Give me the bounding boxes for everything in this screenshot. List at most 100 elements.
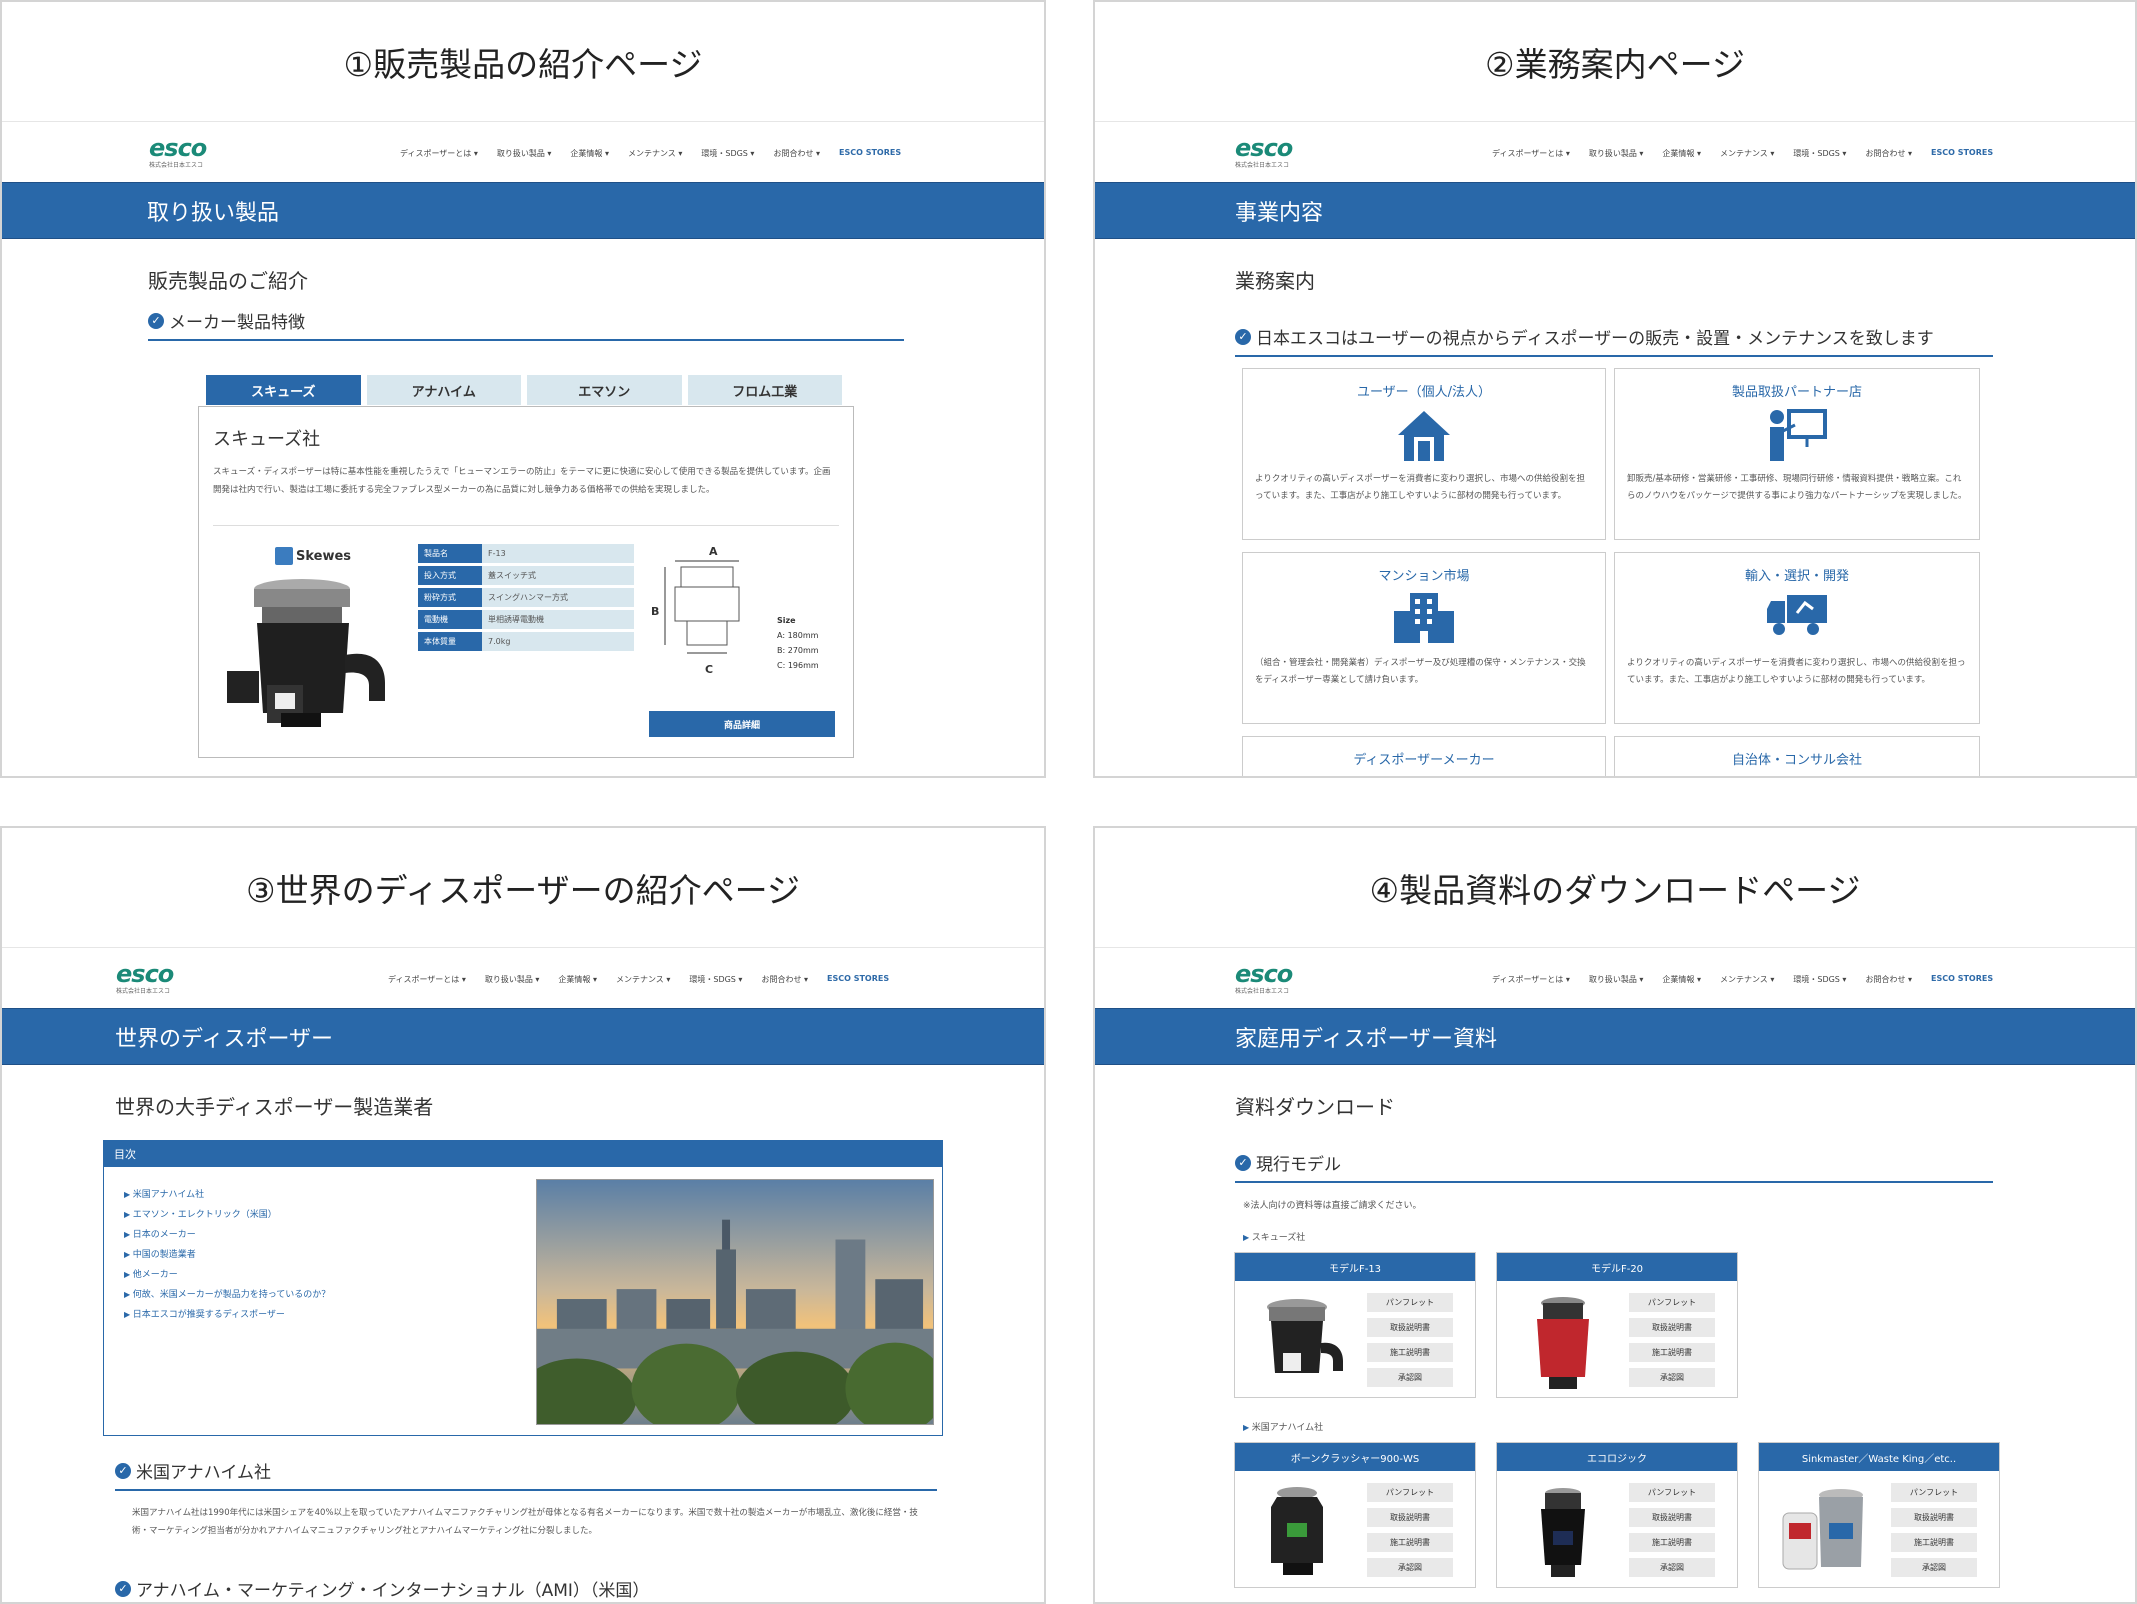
nav-item[interactable]: お問合わせ ▾ [1865,148,1912,159]
pamphlet-button[interactable]: パンフレット [1891,1483,1977,1502]
toc-link[interactable]: 他メーカー [124,1265,330,1285]
section-heading: ✓ 米国アナハイム社 [115,1458,937,1491]
manual-button[interactable]: 取扱説明書 [1367,1508,1453,1527]
esco-logo[interactable]: esco 株式会社日本エスコ [1235,136,1293,169]
business-card-mansion[interactable]: マンション市場 （組合・管理会社・開発業者）ディスポーザー及び処理槽の保守・メン… [1242,552,1606,724]
model-card: モデルF-13 パンフレット 取扱説明書 施工説明書 承認図 [1234,1252,1476,1398]
tab-skewes[interactable]: スキューズ [206,375,361,405]
install-guide-button[interactable]: 施工説明書 [1629,1343,1715,1362]
business-card-maker[interactable]: ディスポーザーメーカー [1242,736,1606,776]
business-card-partner[interactable]: 製品取扱パートナー店 卸販売/基本研修・営業研修・工事研修、現場同行研修・情報資… [1614,368,1980,540]
page-band-title: 家庭用ディスポーザー資料 [1095,1008,2135,1065]
install-guide-button[interactable]: 施工説明書 [1367,1533,1453,1552]
model-card: Sinkmaster／Waste King／etc.. パンフレット 取扱説明書… [1758,1442,2000,1588]
main-nav: ディスポーザーとは ▾ 取り扱い製品 ▾ 企業情報 ▾ メンテナンス ▾ 環境・… [1492,974,1993,985]
nav-store-link[interactable]: ESCO STORES [1931,974,1993,985]
manual-button[interactable]: 取扱説明書 [1367,1318,1453,1337]
nav-item[interactable]: 取り扱い製品 ▾ [497,148,552,159]
esco-logo[interactable]: esco 株式会社日本エスコ [116,962,174,995]
section-heading: ✓ アナハイム・マーケティング・インターナショナル（AMI）（米国） [115,1576,937,1602]
toc-link[interactable]: 何故、米国メーカーが製品力を持っているのか？ [124,1285,331,1305]
toc-link[interactable]: 米国アナハイム社 [124,1185,330,1205]
spec-row: 電動機 単相誘導電動機 [418,610,634,629]
nav-item[interactable]: ディスポーザーとは ▾ [1492,148,1570,159]
approval-drawing-button[interactable]: 承認図 [1891,1558,1977,1577]
disposer-product-image [227,579,385,727]
dimension-diagram [664,560,740,654]
nav-item[interactable]: メンテナンス ▾ [1720,974,1774,985]
manual-button[interactable]: 取扱説明書 [1629,1508,1715,1527]
esco-logo[interactable]: esco 株式会社日本エスコ [149,136,207,169]
nav-item[interactable]: 取り扱い製品 ▾ [1589,148,1644,159]
nav-store-link[interactable]: ESCO STORES [1931,148,1993,159]
nav-item[interactable]: 環境・SDGS ▾ [1793,974,1846,985]
nav-item[interactable]: メンテナンス ▾ [1720,148,1774,159]
panel-caption: ②業務案内ページ [1095,2,2135,122]
esco-logo[interactable]: esco 株式会社日本エスコ [1235,962,1293,995]
nav-item[interactable]: 環境・SDGS ▾ [1793,148,1846,159]
approval-drawing-button[interactable]: 承認図 [1367,1368,1453,1387]
nav-item[interactable]: 企業情報 ▾ [570,148,609,159]
nav-item[interactable]: お問合わせ ▾ [761,974,808,985]
brand-mark-icon [275,547,293,565]
install-guide-button[interactable]: 施工説明書 [1367,1343,1453,1362]
nav-item[interactable]: ディスポーザーとは ▾ [388,974,466,985]
check-circle-icon: ✓ [115,1462,131,1479]
nav-item[interactable]: ディスポーザーとは ▾ [1492,974,1570,985]
pamphlet-button[interactable]: パンフレット [1367,1293,1453,1312]
manual-button[interactable]: 取扱説明書 [1629,1318,1715,1337]
disposer-product-image [1267,1299,1343,1373]
dim-label-c: C [705,663,714,676]
page-heading: 世界の大手ディスポーザー製造業者 [115,1095,434,1119]
install-guide-button[interactable]: 施工説明書 [1891,1533,1977,1552]
product-description: スキューズ・ディスポーザーは特に基本性能を重視したうえで「ヒューマンエラーの防止… [213,467,831,495]
panel-world-disposers: ③世界のディスポーザーの紹介ページ esco 株式会社日本エスコ ディスポーザー… [0,826,1046,1604]
nav-item[interactable]: お問合わせ ▾ [1865,974,1912,985]
business-card-import[interactable]: 輸入・選択・開発 よりクオリティの高いディスポーザーを消費者に変わり選択し、市場… [1614,552,1980,724]
toc-link[interactable]: エマソン・エレクトリック（米国） [124,1205,330,1225]
pamphlet-button[interactable]: パンフレット [1367,1483,1453,1502]
business-card-government[interactable]: 自治体・コンサル会社 [1614,736,1980,776]
toc-link[interactable]: 日本のメーカー [124,1225,330,1245]
page-heading: 業務案内 [1235,269,1315,293]
document-buttons: パンフレット 取扱説明書 施工説明書 承認図 [1367,1483,1453,1577]
nav-item[interactable]: ディスポーザーとは ▾ [400,148,478,159]
nav-item[interactable]: メンテナンス ▾ [628,148,682,159]
model-name: ボーンクラッシャー900-WS [1235,1443,1475,1471]
install-guide-button[interactable]: 施工説明書 [1629,1533,1715,1552]
approval-drawing-button[interactable]: 承認図 [1629,1368,1715,1387]
pamphlet-button[interactable]: パンフレット [1629,1483,1715,1502]
nav-item[interactable]: 企業情報 ▾ [1662,974,1701,985]
nav-item[interactable]: 企業情報 ▾ [558,974,597,985]
toc-link[interactable]: 日本エスコが推奨するディスポーザー [124,1305,330,1325]
spec-row: 投入方式 蓋スイッチ式 [418,566,634,585]
panel-business-guide: ②業務案内ページ esco 株式会社日本エスコ ディスポーザーとは ▾ 取り扱い… [1093,0,2137,778]
nav-item[interactable]: 取り扱い製品 ▾ [485,974,540,985]
page-band-title: 事業内容 [1095,182,2135,239]
tab-anaheim[interactable]: アナハイム [366,375,521,405]
business-card-user[interactable]: ユーザー（個人/法人） よりクオリティの高いディスポーザーを消費者に変わり選択し… [1242,368,1606,540]
nav-item[interactable]: メンテナンス ▾ [616,974,670,985]
nav-store-link[interactable]: ESCO STORES [827,974,889,985]
nav-item[interactable]: 取り扱い製品 ▾ [1589,974,1644,985]
main-nav: ディスポーザーとは ▾ 取り扱い製品 ▾ 企業情報 ▾ メンテナンス ▾ 環境・… [400,148,901,159]
tab-from-kogyo[interactable]: フロム工業 [687,375,842,405]
nav-item[interactable]: 環境・SDGS ▾ [701,148,754,159]
product-title: スキューズ社 [213,429,321,450]
approval-drawing-button[interactable]: 承認図 [1629,1558,1715,1577]
pamphlet-button[interactable]: パンフレット [1629,1293,1715,1312]
tab-emerson[interactable]: エマソン [527,375,682,405]
model-card: モデルF-20 パンフレット 取扱説明書 施工説明書 承認図 [1496,1252,1738,1398]
product-detail-button[interactable]: 商品詳細 [649,711,835,737]
manual-button[interactable]: 取扱説明書 [1891,1508,1977,1527]
nav-store-link[interactable]: ESCO STORES [839,148,901,159]
approval-drawing-button[interactable]: 承認図 [1367,1558,1453,1577]
main-nav: ディスポーザーとは ▾ 取り扱い製品 ▾ 企業情報 ▾ メンテナンス ▾ 環境・… [388,974,889,985]
manufacturer-tabs: スキューズ アナハイム エマソン フロム工業 [206,375,842,405]
toc-link[interactable]: 中国の製造業者 [124,1245,330,1265]
page-band-title: 取り扱い製品 [2,182,1044,239]
nav-item[interactable]: お問合わせ ▾ [773,148,820,159]
nav-item[interactable]: 環境・SDGS ▾ [689,974,742,985]
nav-item[interactable]: 企業情報 ▾ [1662,148,1701,159]
divider [213,525,839,526]
